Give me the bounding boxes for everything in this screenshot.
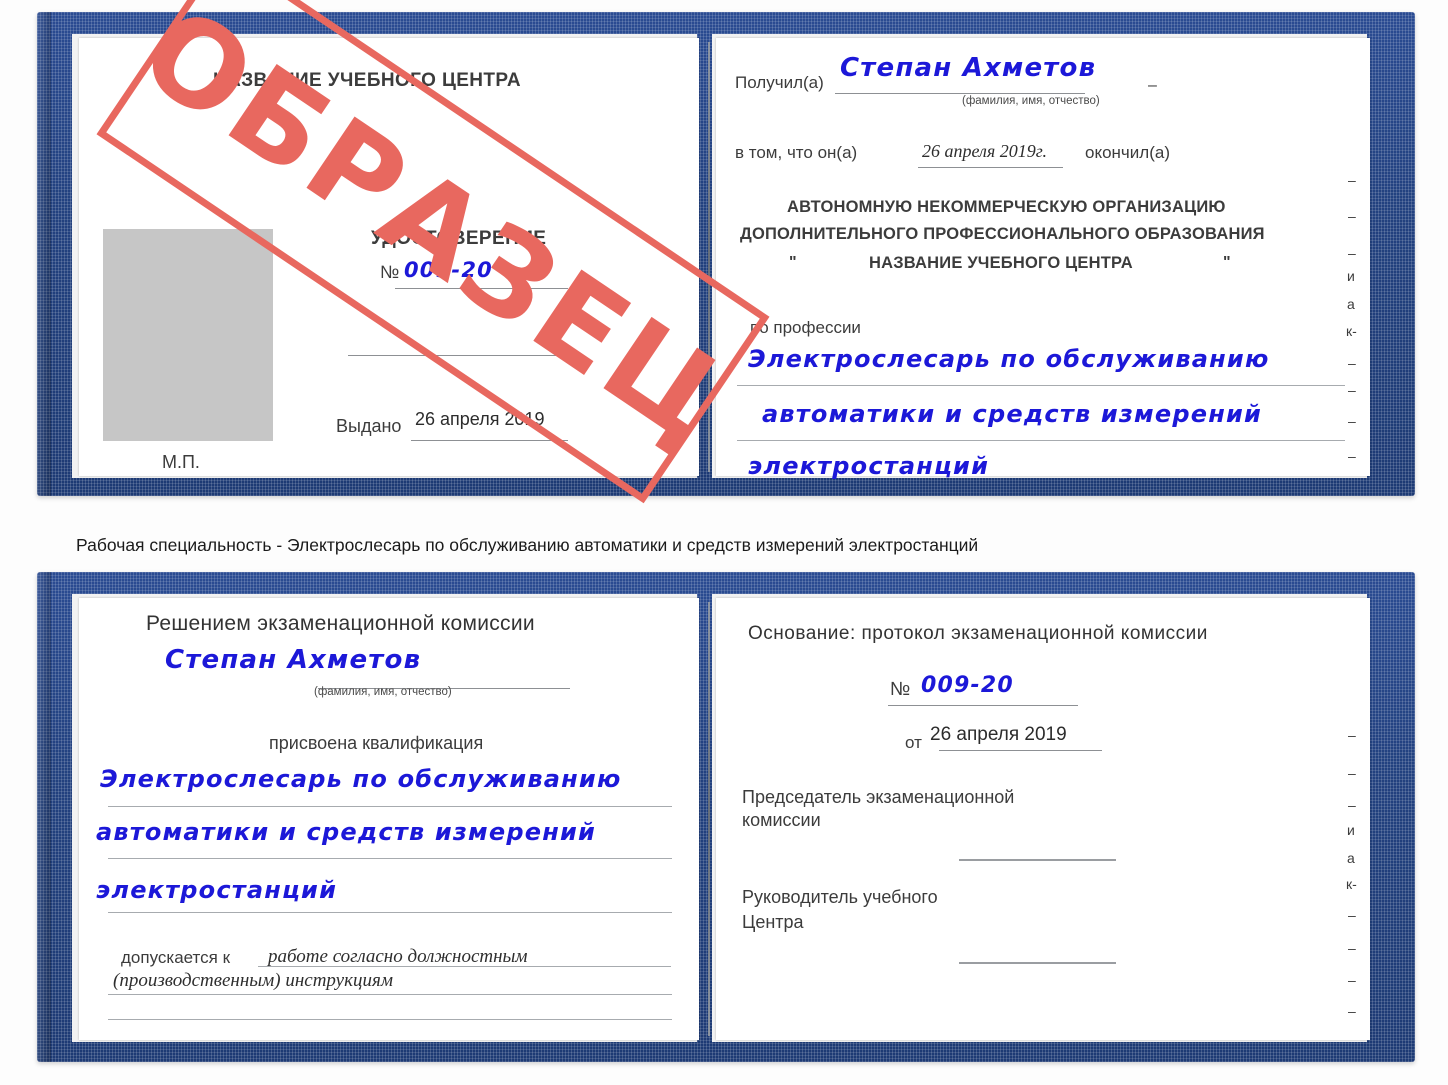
top-left-center-name-header: НАЗВАНИЕ УЧЕБНОГО ЦЕНТРА — [213, 70, 521, 91]
top-right-org-line2: ДОПОЛНИТЕЛЬНОГО ПРОФЕССИОНАЛЬНОГО ОБРАЗО… — [740, 225, 1265, 243]
bottom-left-qualification-line2: автоматики и средств измерений — [96, 818, 597, 846]
top-left-number-value: 009-20 — [404, 258, 493, 282]
bottom-left-name-value: Степан Ахметов — [165, 645, 422, 675]
top-right-received-rule — [835, 93, 1085, 94]
bottom-left-admitted-label: допускается к — [121, 948, 231, 967]
top-right-profession-line3: электростанций — [748, 452, 990, 480]
top-right-profession-line2: автоматики и средств измерений — [762, 400, 1263, 428]
bottom-right-number-rule — [888, 705, 1078, 706]
certificate-top-spine — [708, 42, 710, 472]
top-right-received-value: Степан Ахметов — [840, 53, 1097, 83]
bottom-right-edge-fragment-7: – — [1348, 940, 1356, 956]
bottom-right-number-value: 009-20 — [921, 673, 1014, 698]
bottom-right-edge-fragment-3: и — [1347, 822, 1355, 838]
bottom-left-qualification-line1: Электрослесарь по обслуживанию — [100, 765, 622, 793]
top-right-org-quote-close: " — [1223, 254, 1231, 271]
bottom-right-number-label: № — [890, 679, 911, 700]
certificate-bottom-spine — [708, 602, 710, 1036]
top-right-profession-rule1 — [737, 385, 1345, 386]
top-left-number-label: № — [380, 262, 400, 282]
bottom-left-admitted-rule1 — [258, 966, 671, 967]
bottom-right-edge-fragment-1: – — [1348, 765, 1356, 781]
bottom-left-admitted-value-line1: работе согласно должностным — [268, 946, 528, 967]
top-left-issued-value: 26 апреля 2019 — [415, 409, 545, 429]
bottom-left-qualification-label: присвоена квалификация — [269, 733, 484, 753]
top-left-issued-rule — [411, 440, 568, 441]
bottom-left-admitted-value-line2: (производственным) инструкциям — [113, 970, 393, 991]
bottom-left-name-hint: (фамилия, имя, отчество) — [314, 686, 452, 698]
bottom-right-date-label: от — [905, 733, 922, 752]
bottom-right-date-value: 26 апреля 2019 — [930, 724, 1067, 745]
top-left-stamp-place-label: М.П. — [162, 452, 200, 472]
bottom-right-head-signature-rule — [959, 962, 1116, 964]
top-right-edge-fragment-3: и — [1347, 268, 1355, 284]
top-left-issued-label: Выдано — [336, 416, 402, 436]
top-right-edge-fragment-1: – — [1348, 208, 1356, 224]
top-right-org-quote-open: " — [789, 254, 797, 271]
top-right-edge-fragment-5: к- — [1346, 323, 1357, 339]
photo-placeholder — [103, 229, 273, 441]
bottom-right-chairman-line2: комиссии — [742, 810, 821, 830]
top-right-edge-fragment-7: – — [1348, 382, 1356, 398]
top-left-number-rule — [395, 288, 568, 289]
bottom-right-edge-fragment-8: – — [1348, 972, 1356, 988]
bottom-right-basis-label: Основание: протокол экзаменационной коми… — [748, 623, 1208, 644]
bottom-right-edge-fragment-0: – — [1348, 727, 1356, 743]
top-left-blank-rule — [348, 355, 568, 356]
screenshot-root: НАЗВАНИЕ УЧЕБНОГО ЦЕНТРА УДОСТОВЕРЕНИЕ №… — [0, 0, 1448, 1085]
top-right-edge-fragment-9: – — [1348, 448, 1356, 464]
bottom-right-date-rule — [939, 750, 1102, 751]
top-right-received-hint: (фамилия, имя, отчество) — [962, 95, 1100, 107]
bottom-right-edge-fragment-9: – — [1348, 1003, 1356, 1019]
bottom-right-edge-fragment-5: к- — [1346, 876, 1357, 892]
top-right-edge-fragment-2: – — [1348, 245, 1356, 261]
bottom-right-edge-fragment-4: а — [1347, 850, 1355, 866]
bottom-left-qualification-rule1 — [108, 806, 672, 807]
top-right-finished-label: окончил(а) — [1085, 143, 1170, 162]
bottom-left-admitted-rule3 — [108, 1019, 672, 1020]
top-right-org-line1: АВТОНОМНУЮ НЕКОММЕРЧЕСКУЮ ОРГАНИЗАЦИЮ — [787, 198, 1226, 216]
bottom-left-qualification-rule2 — [108, 858, 672, 859]
top-right-org-line3: НАЗВАНИЕ УЧЕБНОГО ЦЕНТРА — [869, 254, 1133, 272]
top-right-received-label: Получил(а) — [735, 73, 824, 92]
top-right-profession-line1: Электрослесарь по обслуживанию — [748, 345, 1270, 373]
bottom-right-chairman-signature-rule — [959, 859, 1116, 861]
top-right-completion-date: 26 апреля 2019г. — [922, 141, 1048, 161]
bottom-left-heading: Решением экзаменационной комиссии — [146, 612, 535, 635]
top-left-doc-title: УДОСТОВЕРЕНИЕ — [371, 228, 547, 249]
page-caption: Рабочая специальность - Электрослесарь п… — [76, 535, 979, 555]
top-right-dash-after-name: – — [1148, 77, 1157, 94]
bottom-right-edge-fragment-6: – — [1348, 907, 1356, 923]
bottom-left-admitted-rule2 — [108, 994, 672, 995]
bottom-right-head-line2: Центра — [742, 912, 804, 932]
top-right-completion-rule — [918, 167, 1063, 168]
top-right-edge-fragment-8: – — [1348, 413, 1356, 429]
bottom-left-qualification-line3: электростанций — [96, 876, 338, 904]
top-right-in-that-label: в том, что он(а) — [735, 143, 858, 162]
bottom-right-chairman-line1: Председатель экзаменационной — [742, 787, 1015, 807]
top-right-edge-fragment-4: а — [1347, 296, 1355, 312]
top-right-profession-label: по профессии — [750, 318, 861, 337]
top-right-edge-fragment-0: – — [1348, 172, 1356, 188]
bottom-left-qualification-rule3 — [108, 912, 672, 913]
bottom-right-head-line1: Руководитель учебного — [742, 887, 938, 907]
bottom-right-edge-fragment-2: – — [1348, 797, 1356, 813]
top-right-profession-rule2 — [737, 440, 1345, 441]
top-right-edge-fragment-6: – — [1348, 355, 1356, 371]
